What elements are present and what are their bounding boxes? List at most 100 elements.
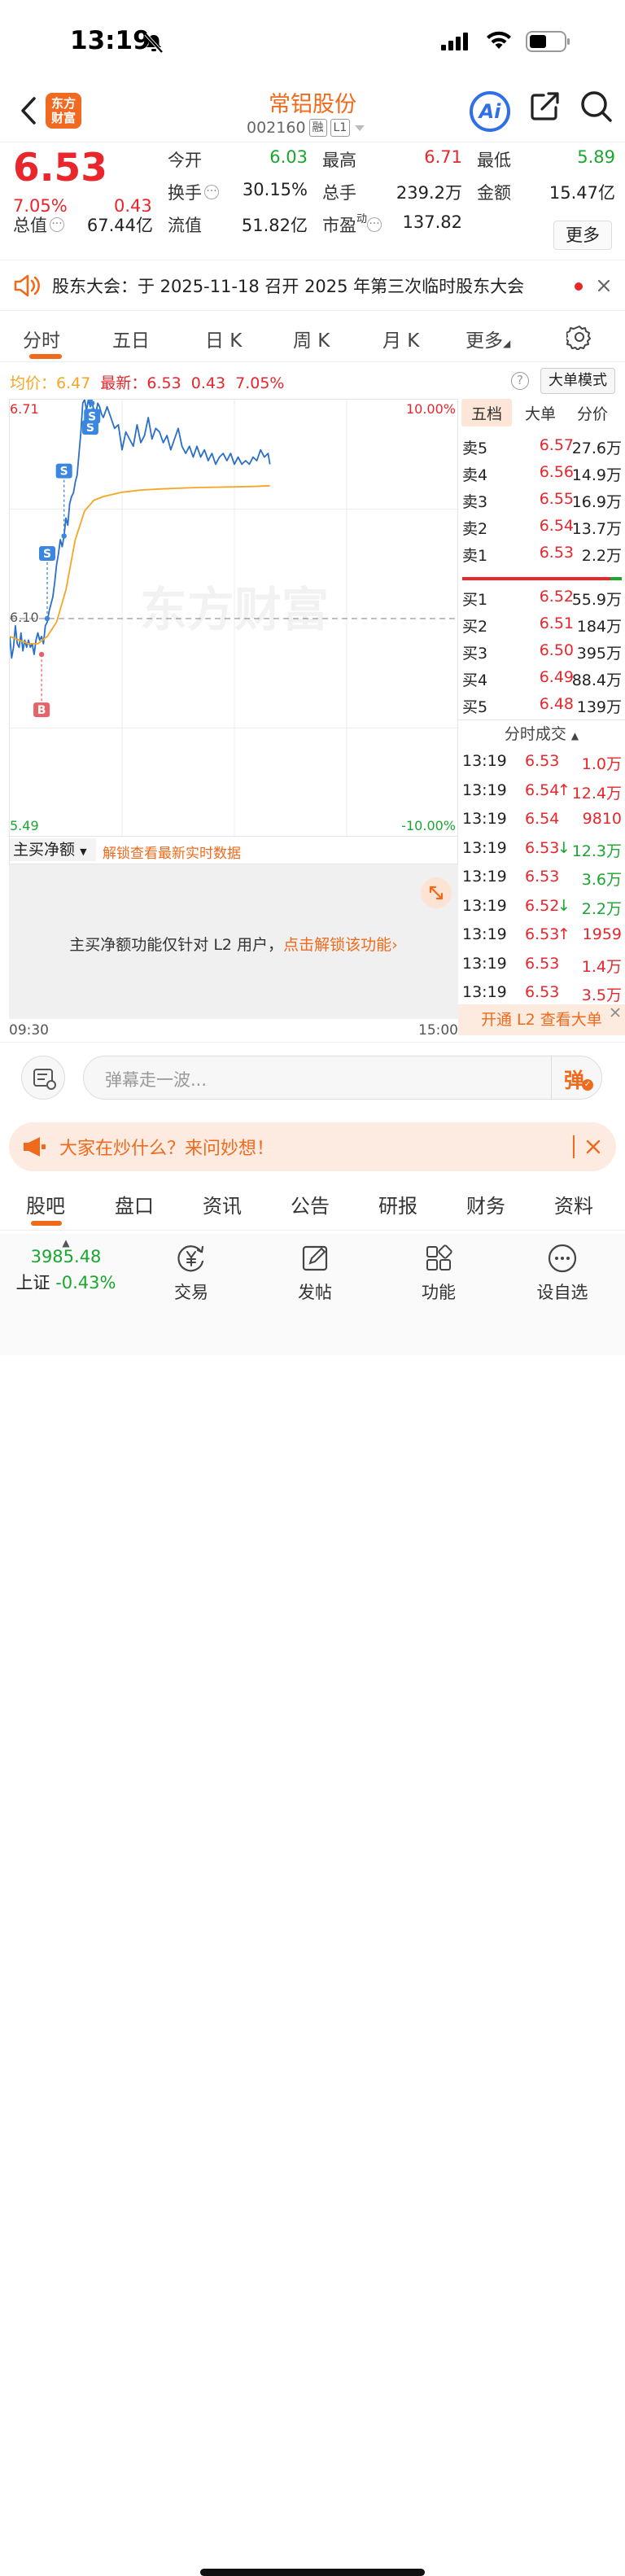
tab-announcements[interactable]: 公告 bbox=[291, 1190, 330, 1218]
trade-marks: BSSSS bbox=[33, 400, 101, 718]
nav-trade[interactable]: 交易 bbox=[146, 1242, 236, 1304]
notice-text: 股东大会：于 2025-11-18 召开 2025 年第三次临时股东大会 bbox=[52, 277, 525, 296]
chart-period-tabs: 分时 五日 日 K 周 K 月 K 更多◢ bbox=[0, 312, 625, 362]
bid-level-label: 买1 bbox=[462, 591, 488, 609]
trade-time: 13:19 bbox=[462, 810, 507, 828]
tab-five-day[interactable]: 五日 bbox=[112, 325, 150, 352]
wifi-icon bbox=[487, 31, 511, 49]
latest-price-label: 最新： bbox=[100, 374, 147, 392]
trade-direction-arrow: ↑ bbox=[557, 925, 570, 943]
trade-time: 13:19 bbox=[462, 781, 507, 799]
danmu-send-icon[interactable]: 弹 bbox=[564, 1065, 584, 1094]
close-icon[interactable] bbox=[586, 1139, 601, 1154]
sell-mark-label: S bbox=[43, 548, 51, 561]
close-icon[interactable] bbox=[597, 279, 610, 292]
tab-finance[interactable]: 财务 bbox=[466, 1190, 505, 1218]
settings-gear-icon[interactable] bbox=[566, 324, 592, 350]
trades-header[interactable]: 分时成交 ▲ bbox=[458, 719, 625, 744]
tab-handicap[interactable]: 盘口 bbox=[115, 1190, 154, 1218]
time-axis: 09:30 15:00 bbox=[9, 1022, 458, 1042]
open-l2-banner[interactable]: 开通 L2 查看大单 bbox=[458, 1004, 625, 1035]
trade-price: 6.54 bbox=[525, 810, 560, 828]
trade-volume: 1959 bbox=[582, 925, 622, 943]
nav-add-watchlist[interactable]: 设自选 bbox=[518, 1242, 607, 1304]
ask-level-volume: 27.6万 bbox=[571, 440, 622, 457]
big-order-mode-button[interactable]: 大单模式 bbox=[540, 368, 615, 394]
tab-more[interactable]: 更多◢ bbox=[465, 325, 510, 352]
notice-bar[interactable]: 股东大会：于 2025-11-18 召开 2025 年第三次临时股东大会 bbox=[0, 260, 625, 311]
bid-level-volume: 395万 bbox=[576, 645, 622, 663]
trade-time: 13:19 bbox=[462, 838, 507, 857]
trade-price: 6.53 bbox=[525, 983, 560, 1001]
buy-mark-label: B bbox=[37, 704, 46, 717]
stock-code: 002160 bbox=[247, 119, 306, 137]
turnover-label-row: 换手 ··· bbox=[168, 180, 219, 204]
trade-row: 13:19 6.54 ↑ 12.4万 bbox=[458, 781, 625, 806]
tab-forum[interactable]: 股吧 bbox=[26, 1190, 65, 1218]
tab-five-level[interactable]: 五档 bbox=[471, 402, 502, 424]
danmu-input[interactable]: 弹幕走一波... 弹 ✓ bbox=[83, 1056, 602, 1100]
trade-price: 6.53 bbox=[525, 868, 560, 886]
nav-post[interactable]: 发帖 bbox=[270, 1242, 360, 1304]
bid-level: 买4 6.49 88.4万 bbox=[458, 668, 625, 693]
active-tab-indicator bbox=[29, 354, 62, 359]
tab-monthly-k[interactable]: 月 K bbox=[382, 325, 419, 352]
sell-mark-label: S bbox=[60, 466, 68, 479]
nav-functions-label: 功能 bbox=[422, 1283, 456, 1302]
avg-price-value: 6.47 bbox=[56, 374, 91, 392]
ask-level: 卖2 6.54 13.7万 bbox=[458, 517, 625, 541]
danmu-placeholder: 弹幕走一波... bbox=[105, 1070, 208, 1090]
expand-button[interactable] bbox=[421, 877, 452, 908]
search-icon[interactable] bbox=[579, 90, 614, 124]
tab-weekly-k[interactable]: 周 K bbox=[293, 325, 330, 352]
info-icon[interactable]: ··· bbox=[204, 185, 219, 199]
close-icon[interactable] bbox=[610, 1007, 621, 1018]
help-icon[interactable]: ? bbox=[511, 372, 529, 390]
danmu-toggle-button[interactable] bbox=[21, 1056, 65, 1100]
quote-panel: 6.53 7.05% 0.43 总值 ··· 67.44亿 今开 6.03 换手 ·… bbox=[0, 142, 625, 260]
time-start-label: 09:30 bbox=[9, 1022, 49, 1039]
trade-volume: 12.3万 bbox=[571, 842, 622, 860]
info-icon[interactable]: ··· bbox=[50, 217, 64, 232]
net-buy-unlock-hint[interactable]: 解锁查看最新实时数据 bbox=[103, 842, 241, 862]
share-icon[interactable] bbox=[529, 90, 562, 122]
tab-intraday[interactable]: 分时 bbox=[23, 325, 60, 352]
time-end-label: 15:00 bbox=[418, 1022, 458, 1039]
trade-time: 13:19 bbox=[462, 954, 507, 973]
tab-profile[interactable]: 资料 bbox=[554, 1190, 593, 1218]
index-widget[interactable]: ▲ 3985.48 上证 -0.43% bbox=[10, 1237, 122, 1294]
ask-level: 卖4 6.56 14.9万 bbox=[458, 463, 625, 488]
bid-level: 买5 6.48 139万 bbox=[458, 695, 625, 719]
tab-big-order[interactable]: 大单 bbox=[525, 402, 556, 424]
unlock-link[interactable]: 点击解锁该功能 bbox=[283, 936, 391, 954]
divider bbox=[573, 1135, 575, 1158]
ask-banner[interactable]: 大家在炒什么？来问妙想！ bbox=[9, 1122, 616, 1171]
status-time: 13:19 bbox=[70, 26, 151, 55]
tab-news[interactable]: 资讯 bbox=[203, 1190, 242, 1218]
market-cap-value: 67.44亿 bbox=[86, 216, 153, 235]
chart-info-line: 均价：6.47 最新：6.53 0.43 7.05% bbox=[10, 371, 284, 393]
turnover-label: 换手 bbox=[168, 183, 202, 203]
net-buy-selector[interactable]: 主买净额 ▼ bbox=[10, 838, 96, 861]
tab-price-distribution[interactable]: 分价 bbox=[577, 402, 608, 424]
ask-level-label: 卖3 bbox=[462, 493, 488, 511]
ai-assistant-button[interactable]: Ai bbox=[470, 91, 510, 132]
bid-ratio-bar bbox=[610, 577, 622, 580]
bid-level-price: 6.50 bbox=[539, 641, 574, 659]
intraday-chart[interactable]: 东方财富 BSSSS 6.71 6.10 5.49 10.00% -10.00% bbox=[9, 399, 459, 838]
bid-level-price: 6.48 bbox=[539, 695, 574, 713]
info-icon[interactable]: ··· bbox=[367, 217, 382, 232]
avg-price-label: 均价： bbox=[10, 374, 57, 392]
nav-functions[interactable]: 功能 bbox=[394, 1242, 483, 1304]
low-value: 5.89 bbox=[577, 147, 615, 167]
y-axis-bottom-label: 5.49 bbox=[10, 818, 39, 833]
tab-research[interactable]: 研报 bbox=[378, 1190, 417, 1218]
stock-code-row[interactable]: 002160 融 L1 bbox=[247, 119, 366, 137]
tab-daily-k[interactable]: 日 K bbox=[205, 325, 242, 352]
trade-time: 13:19 bbox=[462, 925, 507, 943]
trade-volume: 12.4万 bbox=[571, 784, 622, 803]
bid-level-volume: 55.9万 bbox=[571, 591, 622, 609]
dropdown-caret-icon bbox=[355, 125, 365, 131]
more-quote-button[interactable]: 更多 bbox=[553, 221, 612, 250]
net-buy-message: 主买净额功能仅针对 L2 用户，点击解锁该功能› bbox=[9, 933, 458, 955]
